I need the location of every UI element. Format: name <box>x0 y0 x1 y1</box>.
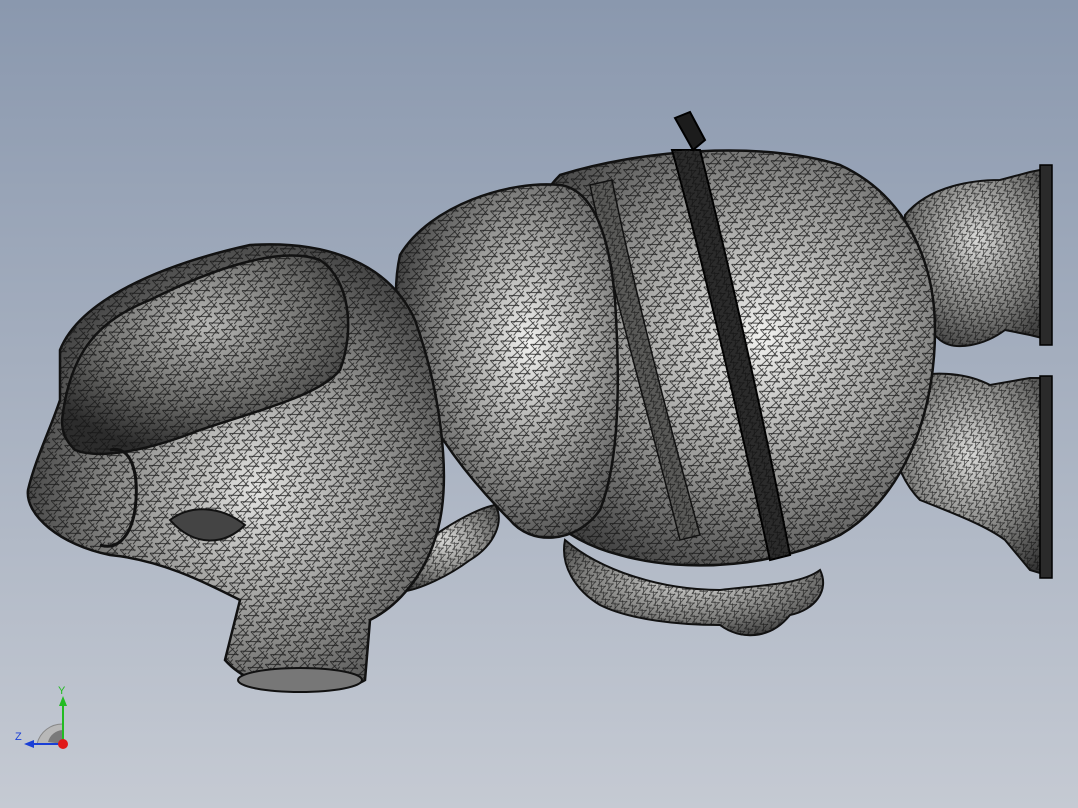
graphics-area[interactable] <box>0 0 1078 808</box>
x-axis-dot <box>58 739 68 749</box>
graphics-viewport[interactable]: Y Z <box>0 0 1078 808</box>
triad-graphic <box>24 696 68 749</box>
y-axis-label: Y <box>58 685 66 697</box>
z-axis-arrow <box>24 740 34 748</box>
view-orientation-triad: Y Z <box>10 686 80 756</box>
z-axis-label: Z <box>15 731 22 743</box>
y-axis-arrow <box>59 696 67 706</box>
